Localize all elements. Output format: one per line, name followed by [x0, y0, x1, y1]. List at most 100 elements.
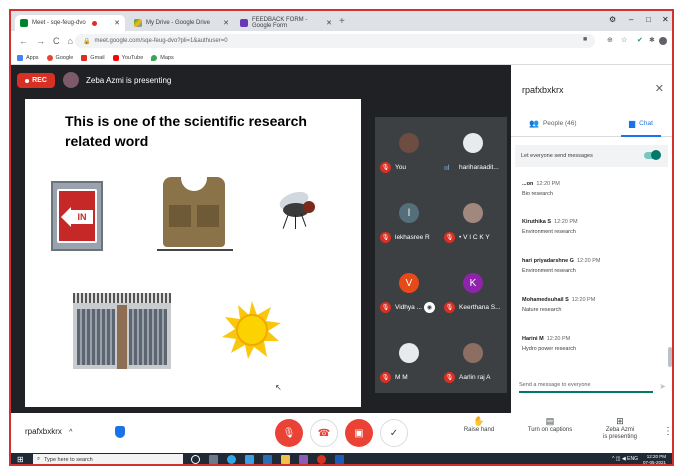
word-icon[interactable]	[335, 455, 344, 464]
app-icon[interactable]	[263, 455, 272, 464]
cortana-icon[interactable]	[191, 455, 200, 464]
address-bar[interactable]: 🔒 meet.google.com/sqe-feug-dvo?pli=1&aut…	[75, 34, 595, 48]
participant-tile[interactable]: 🎙 M M	[377, 327, 441, 393]
close-tab-icon[interactable]: ✕	[114, 19, 120, 27]
apps-grid-icon	[17, 54, 23, 61]
present-check-button[interactable]: ✓	[380, 419, 408, 447]
raise-hand-button[interactable]: ✋ Raise hand	[459, 416, 499, 434]
close-tab-icon[interactable]: ✕	[223, 19, 229, 27]
language-indicator: ENG	[627, 456, 638, 462]
leave-call-button[interactable]: ☎	[310, 419, 338, 447]
chat-message: ...on 12:20 PM Bio research	[522, 181, 560, 197]
message-text: Hydro power research	[522, 346, 577, 352]
tab-chat[interactable]: ▆ Chat	[629, 119, 653, 128]
drive-favicon-icon	[134, 19, 142, 27]
presenting-button[interactable]: ⊞ Zeba Azmi is presenting	[595, 417, 645, 441]
participant-tile[interactable]: 🎙 Aarlin raj A	[441, 327, 505, 393]
tab-people[interactable]: 👥 People (46)	[529, 119, 577, 128]
edge-icon[interactable]	[227, 455, 236, 464]
taskbar-search[interactable]: ⌕ Type here to search	[33, 454, 183, 464]
file-explorer-icon[interactable]	[281, 455, 290, 464]
close-panel-icon[interactable]: ✕	[655, 82, 664, 95]
captions-button[interactable]: ▤ Turn on captions	[521, 417, 579, 434]
bookmark-youtube[interactable]: YouTube	[112, 54, 143, 61]
task-view-icon[interactable]	[209, 455, 218, 464]
camera-icon[interactable]: ■	[583, 36, 587, 43]
hand-icon: ✋	[473, 416, 485, 426]
people-label: People (46)	[542, 120, 577, 127]
windows-start-icon[interactable]: ⊞	[17, 455, 24, 464]
presenting-label-1: Zeba Azmi	[605, 427, 635, 433]
store-icon[interactable]	[299, 455, 308, 464]
system-tray[interactable]: ^ ◫ ◀ ENG	[612, 456, 638, 462]
sun-icon	[222, 301, 281, 359]
participant-tile[interactable]: K 🎙 Keerthana S...	[441, 257, 505, 323]
bookmark-apps[interactable]: Apps	[17, 54, 39, 61]
bookmark-star-icon[interactable]: ☆	[621, 36, 627, 44]
youtube-icon	[112, 54, 119, 61]
minimize-icon[interactable]: –	[629, 15, 633, 24]
pin-icon[interactable]: ◉	[424, 302, 435, 313]
maximize-icon[interactable]: □	[646, 15, 651, 24]
chat-message-input[interactable]: Send a message to everyone	[519, 379, 653, 393]
zoom-icon[interactable]: ⊕	[607, 36, 613, 44]
mic-off-icon: 🎙	[444, 372, 455, 383]
presenting-text: Zeba Azmi is presenting	[86, 75, 172, 85]
extension-check-icon[interactable]: ✔	[637, 36, 643, 44]
more-options-icon[interactable]: ⋮	[663, 426, 672, 437]
new-tab-icon[interactable]: +	[339, 16, 345, 27]
participant-tile[interactable]: ııl hariharaadit...	[441, 117, 505, 183]
chat-scrollbar[interactable]	[668, 347, 672, 367]
message-text: Environment research	[522, 229, 576, 235]
maps-pin-icon	[151, 54, 158, 61]
send-permission-row: Let everyone send messages	[515, 145, 668, 167]
extensions-puzzle-icon[interactable]: ✱	[649, 36, 655, 44]
tab-meet[interactable]: Meet - sqe-feug-dvo ✕	[15, 15, 125, 31]
participant-tile[interactable]: 🎙 • V I C K Y	[441, 187, 505, 253]
bookmark-google[interactable]: Google	[46, 54, 73, 61]
screenshot-frame: Meet - sqe-feug-dvo ✕ My Drive - Google …	[9, 9, 674, 466]
camera-button[interactable]: ▣	[345, 419, 373, 447]
back-icon[interactable]: ←	[19, 36, 28, 46]
participant-tile[interactable]: V 🎙 Vidhya ... ◉	[377, 257, 441, 323]
close-tab-icon[interactable]: ✕	[326, 19, 332, 27]
bookmark-gmail[interactable]: Gmail	[81, 54, 105, 61]
metal-gate-image	[73, 293, 171, 369]
microphone-button[interactable]: 🎙	[275, 419, 303, 447]
message-time: 12:20 PM	[546, 336, 571, 342]
settings-gear-icon[interactable]: ⚙	[609, 15, 616, 24]
presenter-banner: Zeba Azmi is presenting	[63, 72, 171, 88]
message-time: 12:20 PM	[571, 297, 596, 303]
close-window-icon[interactable]: ✕	[662, 15, 669, 24]
chrome-icon[interactable]	[317, 455, 326, 464]
send-icon[interactable]: ➤	[659, 382, 666, 391]
google-icon	[46, 54, 53, 61]
participant-avatar: K	[463, 273, 483, 293]
tab-drive[interactable]: My Drive - Google Drive ✕	[129, 15, 234, 31]
gate-panel-left	[77, 309, 115, 365]
home-icon[interactable]: ⌂	[68, 36, 73, 46]
message-time: 12:20 PM	[536, 181, 560, 187]
chevron-up-icon[interactable]: ^	[69, 429, 72, 436]
participant-name: Keerthana S...	[459, 304, 501, 311]
vest-pocket	[197, 205, 219, 227]
tab-forms[interactable]: FEEDBACK FORM - Google Form ✕	[235, 15, 337, 31]
participant-tile[interactable]: l 🎙 lekhasree R	[377, 187, 441, 253]
meeting-code: rpafxbxkrx	[522, 85, 564, 95]
door-sign-text: IN	[71, 210, 93, 224]
shield-icon[interactable]	[115, 426, 125, 438]
bookmark-maps[interactable]: Maps	[151, 54, 174, 61]
participant-tile[interactable]: 🎙 You	[377, 117, 441, 183]
mic-off-icon: 🎙	[444, 232, 455, 243]
reload-icon[interactable]: C	[53, 36, 60, 46]
forward-icon[interactable]: →	[36, 36, 45, 46]
vest-shadow	[157, 249, 233, 251]
meeting-details[interactable]: rpafxbxkrx ^	[25, 427, 72, 436]
send-messages-toggle[interactable]	[644, 150, 661, 160]
participant-avatar	[463, 343, 483, 363]
message-author: ...on	[522, 181, 534, 187]
profile-avatar[interactable]	[659, 37, 667, 45]
taskbar-clock[interactable]: 12:20 PM 07-05-2021	[643, 454, 666, 464]
app-icon[interactable]	[245, 455, 254, 464]
speaking-indicator-icon: ııl	[444, 165, 450, 172]
